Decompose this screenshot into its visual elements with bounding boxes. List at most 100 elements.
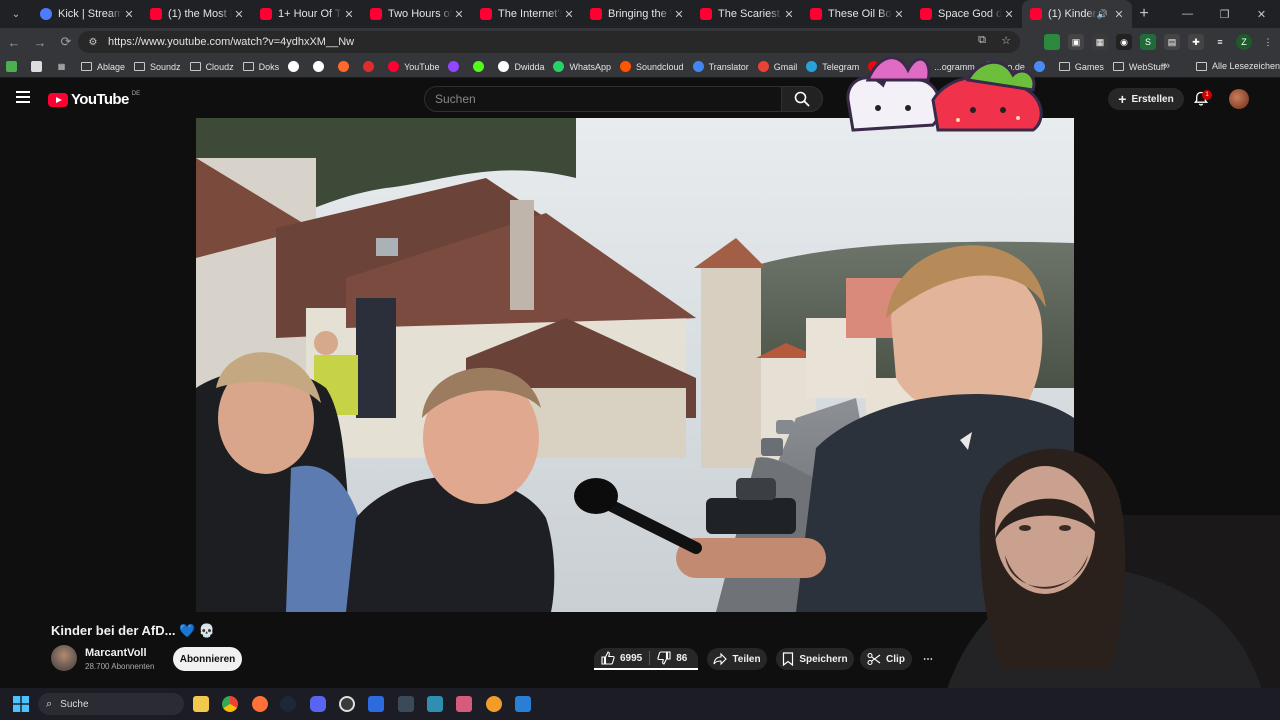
subscribe-button[interactable]: Abonnieren bbox=[173, 647, 242, 671]
bookmark-item[interactable] bbox=[363, 61, 379, 72]
tab-close-icon[interactable]: ✕ bbox=[452, 8, 466, 21]
tab-close-icon[interactable]: ✕ bbox=[1002, 8, 1016, 21]
browser-tab[interactable]: The Scariest Female✕ bbox=[692, 0, 802, 28]
more-actions-button[interactable]: ⋯ bbox=[917, 648, 939, 670]
bookmark-apps-white-icon[interactable] bbox=[31, 61, 47, 72]
search-button[interactable] bbox=[781, 86, 823, 112]
all-bookmarks-button[interactable]: Alle Lesezeichen bbox=[1196, 61, 1280, 71]
app-s-icon[interactable] bbox=[368, 696, 384, 712]
guide-menu-icon[interactable] bbox=[16, 91, 30, 103]
bookmark-item[interactable] bbox=[448, 61, 464, 72]
tab-close-icon[interactable]: ✕ bbox=[782, 8, 796, 21]
bookmark-item[interactable]: Doks bbox=[242, 62, 279, 72]
bookmark-item[interactable]: Gmail bbox=[757, 61, 797, 72]
tab-close-icon[interactable]: ✕ bbox=[232, 8, 246, 21]
bookmark-item[interactable]: Dwidda bbox=[498, 61, 544, 72]
new-tab-plus-icon[interactable]: + bbox=[1132, 5, 1156, 23]
twitch-icon bbox=[448, 61, 460, 72]
install-app-icon[interactable]: ⧉ bbox=[974, 34, 990, 50]
tab-close-icon[interactable]: ✕ bbox=[672, 8, 686, 21]
bookmark-star-icon[interactable]: ☆ bbox=[998, 34, 1014, 50]
tab-close-icon[interactable]: ✕ bbox=[892, 8, 906, 21]
browser-tab[interactable]: Two Hours of History✕ bbox=[362, 0, 472, 28]
bookmark-item[interactable]: WhatsApp bbox=[553, 61, 611, 72]
browser-tab[interactable]: Kick | Streamer.bot✕ bbox=[32, 0, 142, 28]
browser-tab[interactable]: (1) the Most Disturbing✕ bbox=[142, 0, 252, 28]
browser-tab[interactable]: 1+ Hour Of The W✕ bbox=[252, 0, 362, 28]
site-info-icon[interactable]: ⚙ bbox=[86, 35, 100, 49]
back-arrow-icon[interactable]: ← bbox=[2, 30, 26, 54]
tab-close-icon[interactable]: ✕ bbox=[122, 8, 136, 21]
forward-arrow-icon[interactable]: → bbox=[28, 30, 52, 54]
bookmark-item[interactable] bbox=[338, 61, 354, 72]
extensions-puzzle-icon[interactable]: ✚ bbox=[1188, 34, 1204, 50]
browser-tab[interactable]: (1) Kinder bei🔊 ✕ bbox=[1022, 0, 1132, 28]
dislike-button[interactable]: 86 bbox=[650, 647, 694, 669]
like-button[interactable]: 6995 bbox=[594, 647, 649, 669]
channel-avatar[interactable] bbox=[51, 645, 77, 671]
media-player-icon[interactable] bbox=[486, 696, 502, 712]
bookmark-apps-green-icon[interactable] bbox=[6, 61, 22, 72]
steam-icon[interactable] bbox=[280, 696, 296, 712]
windows-start-icon[interactable] bbox=[13, 696, 29, 712]
gallery-icon[interactable] bbox=[515, 696, 531, 712]
firefox-icon[interactable] bbox=[252, 696, 268, 712]
bookmark-item[interactable] bbox=[473, 61, 489, 72]
notepad-icon[interactable] bbox=[427, 696, 443, 712]
extension-box-icon[interactable]: ▤ bbox=[1164, 34, 1180, 50]
search-input[interactable]: Suchen bbox=[424, 86, 782, 112]
video-title: Kinder bei der AfD... 💙 💀 bbox=[51, 623, 216, 638]
taskbar-search-box[interactable]: ⌕ Suche bbox=[38, 693, 184, 715]
file-explorer-icon[interactable] bbox=[193, 696, 209, 712]
create-button[interactable]: + Erstellen bbox=[1108, 88, 1184, 110]
photos-icon[interactable] bbox=[456, 696, 472, 712]
bookmark-item[interactable]: Translator bbox=[692, 61, 749, 72]
tab-close-icon[interactable]: ✕ bbox=[562, 8, 576, 21]
audio-mixer-icon[interactable] bbox=[398, 696, 414, 712]
bookmark-item[interactable]: YouTube bbox=[388, 61, 439, 72]
close-window-icon[interactable]: ✕ bbox=[1243, 0, 1280, 28]
bookmark-apps-grid-icon[interactable]: ▦ bbox=[56, 61, 72, 72]
bookmark-item[interactable]: WebStuff bbox=[1112, 62, 1166, 72]
channel-name[interactable]: MarcantVoll bbox=[85, 647, 147, 659]
browser-tab[interactable]: Bringing the World✕ bbox=[582, 0, 692, 28]
browser-tab[interactable]: The Internet's Dark✕ bbox=[472, 0, 582, 28]
browser-tab[interactable]: These Oil Boys W✕ bbox=[802, 0, 912, 28]
bookmark-item[interactable] bbox=[288, 61, 304, 72]
save-button[interactable]: Speichern bbox=[776, 648, 854, 670]
bookmark-item[interactable] bbox=[313, 61, 329, 72]
extension-camera-icon[interactable]: ▣ bbox=[1068, 34, 1084, 50]
clip-button[interactable]: Clip bbox=[860, 648, 912, 670]
bookmark-item[interactable]: Soundcloud bbox=[620, 61, 684, 72]
soundcloud-icon bbox=[620, 61, 632, 72]
bookmarks-more-chevron-icon[interactable]: » bbox=[1164, 60, 1170, 72]
bookmark-item[interactable]: Cloudz bbox=[189, 62, 234, 72]
tab-search-chevron-icon[interactable]: ⌄ bbox=[4, 2, 28, 26]
youtube-logo[interactable]: YouTube DE bbox=[48, 91, 140, 108]
youtube-icon bbox=[388, 61, 400, 72]
reload-icon[interactable]: ⟳ bbox=[54, 30, 78, 54]
tab-close-icon[interactable]: ✕ bbox=[1112, 8, 1126, 21]
profile-avatar-icon[interactable]: Z bbox=[1236, 34, 1252, 50]
account-avatar[interactable] bbox=[1229, 89, 1249, 109]
minimize-icon[interactable]: — bbox=[1169, 0, 1206, 28]
extension-s-icon[interactable]: S bbox=[1140, 34, 1156, 50]
bookmark-item[interactable]: Games bbox=[1058, 62, 1104, 72]
obs-icon[interactable] bbox=[339, 696, 355, 712]
extension-grid-icon[interactable]: ▦ bbox=[1092, 34, 1108, 50]
discord-icon[interactable] bbox=[310, 696, 326, 712]
url-text[interactable]: https://www.youtube.com/watch?v=4ydhxXM_… bbox=[108, 36, 354, 48]
browser-menu-icon[interactable]: ⋮ bbox=[1260, 34, 1276, 50]
restore-icon[interactable]: ❐ bbox=[1206, 0, 1243, 28]
tab-close-icon[interactable]: ✕ bbox=[342, 8, 356, 21]
browser-tab[interactable]: Space God da The✕ bbox=[912, 0, 1022, 28]
bookmark-save-icon bbox=[783, 652, 794, 666]
chrome-icon[interactable] bbox=[222, 696, 238, 712]
extension-shield-icon[interactable] bbox=[1044, 34, 1060, 50]
share-button[interactable]: Teilen bbox=[707, 648, 767, 670]
bookmark-item[interactable]: Soundz bbox=[134, 62, 181, 72]
bookmark-item[interactable]: Ablage bbox=[81, 62, 125, 72]
extension-eye-icon[interactable]: ◉ bbox=[1116, 34, 1132, 50]
reading-list-icon[interactable]: ≡ bbox=[1212, 34, 1228, 50]
tab-audio-icon[interactable]: 🔊 bbox=[1097, 9, 1108, 20]
